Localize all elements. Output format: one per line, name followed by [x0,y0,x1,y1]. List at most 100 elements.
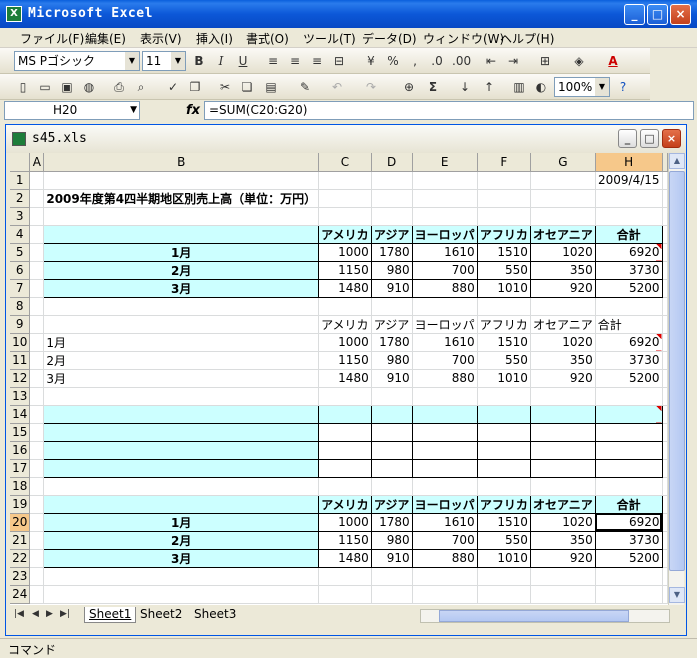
cell-D6[interactable]: 980 [370,260,413,280]
cell-H24[interactable] [595,585,663,604]
cell-E5[interactable]: 1610 [411,242,478,262]
prev-sheet-icon[interactable]: ◀ [32,609,39,619]
column-header-C[interactable]: C [318,153,372,172]
cell-C5[interactable]: 1000 [318,242,372,262]
column-header-B[interactable]: B [43,153,320,172]
horizontal-scroll-thumb[interactable] [439,610,629,622]
minimize-button[interactable]: _ [624,4,645,25]
cell-B16[interactable] [43,440,320,460]
cell-B11[interactable]: 2月 [43,351,320,370]
cell-C19[interactable]: アメリカ [318,494,372,514]
chevron-down-icon[interactable]: ▼ [171,52,185,70]
cell-C23[interactable] [318,567,372,586]
menu-tools[interactable]: ツール(T) [303,30,356,47]
cell-H17[interactable] [594,458,663,478]
vertical-scroll-thumb[interactable] [669,171,685,571]
column-header-F[interactable]: F [477,153,531,172]
spelling-icon[interactable]: ✓ [164,78,182,96]
cell-B12[interactable]: 3月 [43,369,320,388]
cell-E15[interactable] [411,422,478,442]
cell-H7[interactable]: 5200 [594,278,663,298]
cell-G10[interactable]: 1020 [530,333,596,352]
menu-insert[interactable]: 挿入(I) [196,30,233,47]
tab-sheet2[interactable]: Sheet2 [136,607,186,623]
cell-C20[interactable]: 1000 [318,512,372,532]
increase-decimal-icon[interactable]: .0 [428,52,446,70]
cell-E9[interactable]: ヨーロッパ [412,315,478,334]
cell-F19[interactable]: アフリカ [476,494,531,514]
cell-F23[interactable] [477,567,531,586]
cell-A2[interactable] [29,189,45,208]
cell-H19[interactable]: 合計 [594,494,663,514]
permission-icon[interactable]: ◍ [80,78,98,96]
formula-input[interactable]: =SUM(C20:G20) [204,101,694,120]
row-header-19[interactable]: 19 [10,495,31,514]
fill-color-icon[interactable]: ◈ [570,52,588,70]
cell-B2[interactable]: 2009年度第4四半期地区別売上高（単位：万円） [43,189,320,208]
row-header-8[interactable]: 8 [10,297,31,316]
cell-G17[interactable] [529,458,596,478]
tab-sheet1[interactable]: Sheet1 [84,607,137,623]
percent-icon[interactable]: % [384,52,402,70]
row-header-22[interactable]: 22 [10,549,31,568]
cell-H8[interactable] [595,297,663,316]
cell-A6[interactable] [29,261,45,280]
cell-C11[interactable]: 1150 [318,351,372,370]
cell-E19[interactable]: ヨーロッパ [411,494,478,514]
row-header-15[interactable]: 15 [10,423,31,442]
next-sheet-icon[interactable]: ▶ [46,609,53,619]
cell-H16[interactable] [594,440,663,460]
cell-E18[interactable] [412,477,478,496]
cell-F15[interactable] [476,422,531,442]
cell-A24[interactable] [29,585,45,604]
menu-help[interactable]: ヘルプ(H) [500,30,554,47]
cell-F12[interactable]: 1010 [477,369,531,388]
column-header-G[interactable]: G [530,153,596,172]
cell-B7[interactable]: 3月 [43,278,320,298]
cell-C24[interactable] [318,585,372,604]
align-center-icon[interactable]: ≡ [286,52,304,70]
decrease-indent-icon[interactable]: ⇤ [482,52,500,70]
cell-C12[interactable]: 1480 [318,369,372,388]
cell-H6[interactable]: 3730 [594,260,663,280]
cell-F21[interactable]: 550 [476,530,531,550]
column-header-E[interactable]: E [412,153,478,172]
cell-F7[interactable]: 1010 [476,278,531,298]
cell-A17[interactable] [29,459,45,478]
decrease-decimal-icon[interactable]: .00 [452,52,471,70]
row-header-23[interactable]: 23 [10,567,31,586]
cell-E23[interactable] [412,567,478,586]
copy-icon[interactable]: ❏ [238,78,256,96]
select-all-corner[interactable] [10,153,31,172]
cell-F11[interactable]: 550 [477,351,531,370]
cell-B5[interactable]: 1月 [43,242,320,262]
row-header-17[interactable]: 17 [10,459,31,478]
cell-F17[interactable] [476,458,531,478]
cell-A10[interactable] [29,333,45,352]
cell-D15[interactable] [370,422,413,442]
cell-D13[interactable] [371,387,413,406]
borders-icon[interactable]: ⊞ [536,52,554,70]
row-header-1[interactable]: 1 [10,171,31,190]
cell-E2[interactable] [412,189,478,208]
cell-G7[interactable]: 920 [529,278,596,298]
cell-B22[interactable]: 3月 [43,548,320,568]
cell-E1[interactable] [412,171,478,190]
drawing-icon[interactable]: ◐ [532,78,550,96]
sort-descending-icon[interactable]: ↑ [480,78,498,96]
cell-C6[interactable]: 1150 [318,260,372,280]
first-sheet-icon[interactable]: |◀ [14,609,24,619]
cell-G8[interactable] [530,297,596,316]
cell-G13[interactable] [530,387,596,406]
row-header-20[interactable]: 20 [10,513,31,532]
cell-A20[interactable] [29,513,45,532]
align-left-icon[interactable]: ≡ [264,52,282,70]
menu-format[interactable]: 書式(O) [246,30,289,47]
cell-E7[interactable]: 880 [411,278,478,298]
cell-A9[interactable] [29,315,45,334]
cell-H23[interactable] [595,567,663,586]
row-header-12[interactable]: 12 [10,369,31,388]
redo-icon[interactable]: ↷ [362,78,380,96]
cell-E21[interactable]: 700 [411,530,478,550]
cell-B18[interactable] [43,477,320,496]
